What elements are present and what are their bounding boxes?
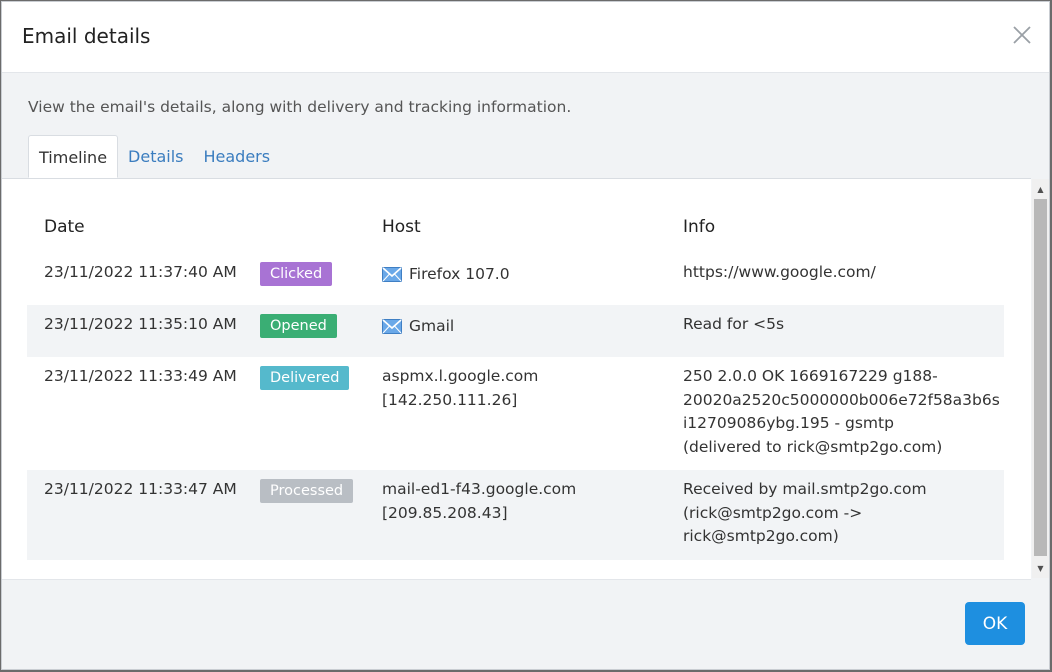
table-header: Date Host Info [27,201,1004,253]
info-line: (delivered to rick@smtp2go.com) [683,437,943,456]
host-line: mail-ed1-f43.google.com [382,480,577,498]
status-badge: Processed [260,479,354,503]
scroll-up-icon[interactable]: ▲ [1032,181,1049,197]
row-date: 23/11/2022 11:35:10 AM [44,315,237,333]
table-row: 23/11/2022 11:33:49 AM Delivered aspmx.l.g… [27,357,1004,470]
close-icon[interactable] [1011,24,1033,46]
row-host: Firefox 107.0 [382,263,510,287]
tab-timeline[interactable]: Timeline [28,135,119,178]
timeline-panel: Date Host Info 23/11/2022 11:37:40 AM Cli… [2,178,1031,580]
status-badge-cell: Processed [260,479,354,503]
table-row: 23/11/2022 11:33:47 AM Processed mail-ed1-… [27,470,1004,560]
scroll-down-icon[interactable]: ▼ [1032,560,1049,576]
host-line: [142.250.111.26] [382,390,518,409]
ok-button[interactable]: OK [965,602,1025,645]
row-info: Read for <5s [683,313,998,337]
row-date: 23/11/2022 11:37:40 AM [44,263,237,281]
row-info: Received by mail.smtp2go.com (rick@smtp2g… [683,478,998,549]
mail-icon [382,267,402,283]
email-details-dialog: Email details View the email's details, … [1,1,1050,670]
info-line: 250 2.0.0 OK 1669167229 g188- [683,367,938,385]
tab-bar: Timeline Details Headers [28,135,280,179]
tab-details[interactable]: Details [118,135,193,178]
host-line: aspmx.l.google.com [382,367,539,385]
dialog-intro: View the email's details, along with del… [28,98,572,116]
tab-headers[interactable]: Headers [194,135,281,178]
host-line: [209.85.208.43] [382,503,508,522]
table-body: 23/11/2022 11:37:40 AM Clicked Firefox 107… [27,253,1004,560]
status-badge-cell: Clicked [260,262,333,286]
status-badge: Clicked [260,262,333,286]
status-badge-cell: Opened [260,314,337,338]
dialog-header: Email details [2,2,1049,73]
status-badge-cell: Delivered [260,366,350,390]
info-line: Read for <5s [683,315,785,333]
table-row: 23/11/2022 11:37:40 AM Clicked Firefox 107… [27,253,1004,305]
dialog-title: Email details [22,24,151,48]
row-host: aspmx.l.google.com [142.250.111.26] [382,365,538,412]
row-date: 23/11/2022 11:33:49 AM [44,367,237,385]
info-line: i12709086ybg.195 - gsmtp [683,414,894,432]
info-line: (rick@smtp2go.com -> [683,503,863,522]
table-row: 23/11/2022 11:35:10 AM Opened Gmail Read fo… [27,305,1004,357]
column-header-info: Info [683,217,716,237]
row-host: Gmail [382,315,454,339]
info-line: 20020a2520c5000000b006e72f58a3b6s [683,390,1000,409]
vertical-scrollbar[interactable]: ▲ ▼ [1032,179,1049,578]
info-line: Received by mail.smtp2go.com [683,480,927,498]
scroll-thumb[interactable] [1034,199,1047,556]
row-host: mail-ed1-f43.google.com [209.85.208.43] [382,478,576,525]
mail-icon [382,319,402,335]
row-info: 250 2.0.0 OK 1669167229 g188- 20020a2520c… [683,365,1000,459]
info-line: rick@smtp2go.com) [683,527,839,545]
timeline-table: Date Host Info 23/11/2022 11:37:40 AM Cli… [27,201,1004,560]
host-text: Gmail [409,317,455,335]
row-date: 23/11/2022 11:33:47 AM [44,480,237,498]
info-line: https://www.google.com/ [683,263,876,281]
row-info: https://www.google.com/ [683,261,998,285]
status-badge: Delivered [260,366,350,390]
host-text: Firefox 107.0 [409,265,510,283]
status-badge: Opened [260,314,337,338]
column-header-host: Host [382,217,421,237]
column-header-date: Date [44,217,85,237]
